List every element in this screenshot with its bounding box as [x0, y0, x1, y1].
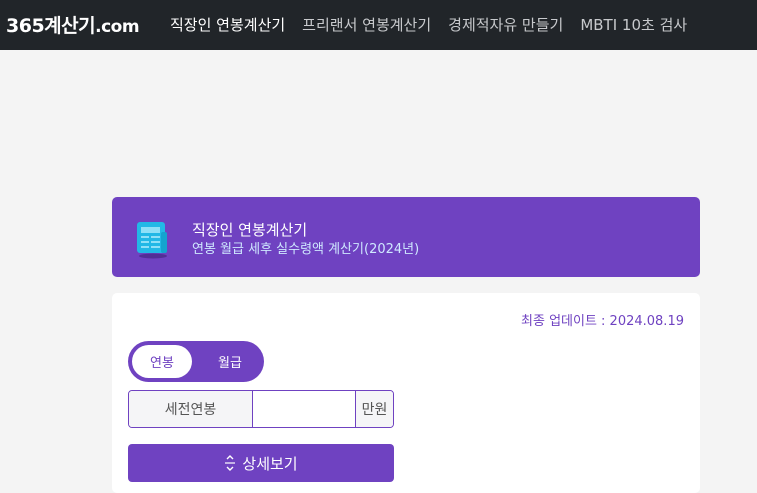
brand-name: 365계산기 — [6, 15, 96, 37]
top-navbar: 365계산기.com 직장인 연봉계산기 프리랜서 연봉계산기 경제적자유 만들… — [0, 0, 757, 50]
nav-item-mbti-test[interactable]: MBTI 10초 검사 — [580, 14, 687, 35]
newspaper-icon — [134, 219, 172, 259]
brand-tld: .com — [95, 17, 140, 37]
nav-item-financial-freedom[interactable]: 경제적자유 만들기 — [448, 14, 563, 35]
salary-unit-label: 만원 — [355, 391, 393, 427]
expand-vertical-icon — [224, 455, 236, 471]
toggle-monthly-button[interactable]: 월급 — [200, 345, 260, 378]
view-details-button[interactable]: 상세보기 — [128, 444, 394, 482]
pre-tax-salary-input[interactable] — [253, 391, 355, 427]
pre-tax-salary-input-group: 세전연봉 만원 — [128, 390, 394, 428]
toggle-annual-button[interactable]: 연봉 — [132, 345, 192, 378]
calculator-card: 최종 업데이트 : 2024.08.19 연봉 월급 세전연봉 만원 상세보기 — [112, 293, 700, 493]
view-details-label: 상세보기 — [242, 454, 298, 473]
calculator-header-banner: 직장인 연봉계산기 연봉 월급 세후 실수령액 계산기(2024년) — [112, 197, 700, 277]
nav-item-freelancer-calculator[interactable]: 프리랜서 연봉계산기 — [302, 14, 431, 35]
salary-type-toggle: 연봉 월급 — [128, 341, 264, 382]
brand-logo[interactable]: 365계산기.com — [6, 11, 140, 38]
calculator-title: 직장인 연봉계산기 — [192, 221, 308, 239]
nav-item-salary-calculator[interactable]: 직장인 연봉계산기 — [170, 14, 285, 35]
calculator-subtitle: 연봉 월급 세후 실수령액 계산기(2024년) — [192, 242, 420, 257]
last-updated-text: 최종 업데이트 : 2024.08.19 — [521, 314, 684, 329]
pre-tax-salary-label: 세전연봉 — [129, 391, 253, 427]
main-nav: 직장인 연봉계산기 프리랜서 연봉계산기 경제적자유 만들기 MBTI 10초 … — [170, 14, 687, 35]
